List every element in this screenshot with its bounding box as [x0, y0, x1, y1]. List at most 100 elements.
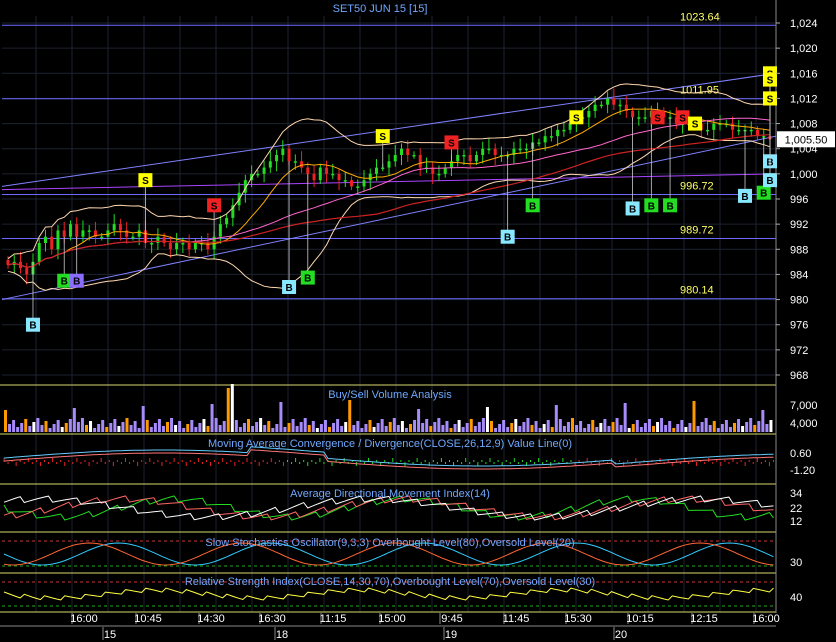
volume-bar: [449, 428, 453, 432]
volume-bar: [421, 423, 425, 432]
candle-body: [368, 173, 372, 181]
volume-bar: [761, 410, 765, 432]
volume-bar: [376, 423, 380, 432]
candle-body: [587, 111, 591, 118]
candle-body: [456, 155, 460, 162]
candle-body: [462, 155, 466, 157]
volume-bar: [441, 425, 445, 432]
candle-body: [225, 217, 229, 225]
volume-bar: [121, 422, 125, 432]
volume-bar: [247, 419, 250, 432]
volume-bar: [481, 418, 485, 432]
volume-bar: [4, 410, 7, 432]
candle-body: [150, 243, 154, 245]
volume-bar: [595, 427, 599, 432]
signal-letter: B: [73, 277, 80, 288]
volume-bar: [80, 418, 84, 432]
volume-bar: [485, 407, 489, 432]
date-label: 18: [276, 629, 288, 641]
signal-letter: B: [766, 176, 773, 187]
candle-body: [331, 173, 335, 176]
candle-body: [487, 148, 491, 151]
level-label: 989.72: [680, 224, 714, 236]
volume-bar: [494, 428, 498, 432]
volume-bar: [627, 428, 631, 432]
candle-body: [112, 224, 116, 231]
volume-bar: [68, 419, 72, 432]
volume-bar: [299, 422, 303, 432]
volume-bar: [684, 427, 688, 432]
signal-letter: B: [304, 274, 311, 285]
volume-bar: [291, 419, 295, 432]
candle-body: [375, 167, 379, 174]
volume-bar: [660, 418, 664, 432]
volume-bar: [166, 422, 169, 432]
level-label: 980.14: [680, 285, 714, 297]
volume-bar: [631, 424, 635, 432]
y-tick-label: 996: [790, 194, 808, 206]
volume-bar: [360, 428, 364, 432]
volume-bar: [514, 419, 518, 432]
chart-title: SET50 JUN 15 [15]: [333, 3, 428, 15]
candle-body: [50, 236, 54, 250]
y-tick-label: 1,016: [790, 68, 818, 80]
candle-body: [218, 224, 222, 237]
volume-bar: [153, 423, 157, 432]
volume-bar: [242, 423, 246, 432]
volume-bar: [757, 421, 761, 432]
volume-bar: [60, 427, 64, 432]
candle-body: [381, 167, 385, 170]
volume-bar: [546, 420, 550, 432]
x-tick-label: 14:30: [197, 613, 225, 625]
volume-bar: [113, 419, 117, 432]
volume-bar: [44, 421, 48, 432]
volume-bar: [704, 418, 708, 432]
y-tick-label: 1,012: [790, 93, 818, 105]
volume-bar: [97, 424, 101, 432]
y-tick-label: 1,024: [790, 18, 818, 30]
x-tick-label: 12:15: [690, 613, 718, 625]
candle-body: [343, 180, 347, 182]
volume-bar: [749, 418, 753, 432]
volume-bar: [615, 418, 619, 432]
volume-bar: [526, 418, 530, 432]
y-tick-label: 980: [790, 295, 808, 307]
signal-letter: B: [285, 283, 292, 294]
volume-bar: [623, 403, 627, 432]
volume-bar: [287, 423, 291, 432]
y-tick-label: 1,008: [790, 119, 818, 131]
volume-tick-label: 7,000: [790, 400, 818, 412]
volume-bar: [469, 419, 473, 432]
volume-bar: [558, 419, 562, 432]
volume-bar: [368, 420, 372, 432]
candle-body: [637, 117, 641, 119]
volume-bar: [307, 425, 311, 432]
volume-bar: [765, 424, 769, 432]
x-tick-label: 9:45: [441, 613, 462, 625]
candle-body: [281, 148, 285, 155]
volume-bar: [145, 420, 149, 432]
candle-body: [168, 243, 172, 250]
volume-bar: [753, 425, 757, 432]
volume-bar: [372, 427, 376, 432]
volume-bar: [518, 426, 522, 432]
volume-bar: [396, 425, 400, 432]
volume-bar: [700, 422, 704, 432]
volume-bar: [571, 418, 574, 432]
volume-bar: [741, 426, 745, 432]
x-tick-label: 16:00: [752, 613, 780, 625]
volume-bar: [56, 420, 60, 432]
candle-body: [599, 104, 603, 107]
volume-bar: [676, 424, 680, 432]
volume-bar: [8, 424, 12, 432]
candle-body: [712, 123, 716, 130]
candle-body: [474, 155, 478, 162]
macd-tick-label: -1.20: [790, 465, 815, 477]
signal-letter: B: [29, 321, 36, 332]
volume-bar: [477, 422, 481, 432]
date-label: 15: [104, 629, 116, 641]
rsi-panel-title: Relative Strength Index(CLOSE,14,30,70),…: [185, 576, 595, 588]
candle-body: [256, 173, 260, 176]
volume-bar: [137, 428, 141, 432]
candle-body: [137, 230, 141, 237]
